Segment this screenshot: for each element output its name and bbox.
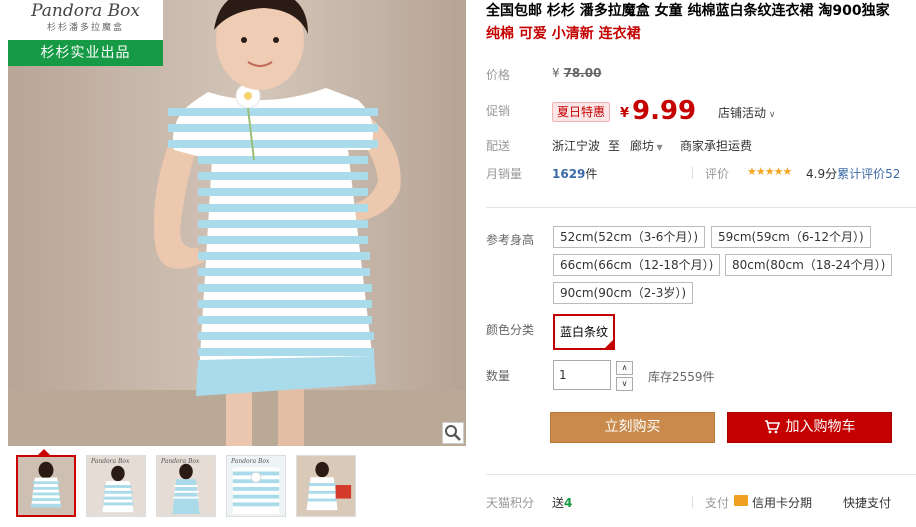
thumbnail-brand: Pandora Box — [91, 458, 130, 465]
points-number: 4 — [564, 496, 573, 510]
size-option[interactable]: 66cm(66cm（12-18个月）) — [553, 254, 721, 276]
shipping-from: 浙江宁波 — [552, 139, 601, 153]
divider — [692, 167, 693, 179]
chevron-up-icon: ∧ — [621, 363, 628, 372]
thumbnail-strip: Pandora Box Pandora Box Pandora Box — [8, 455, 368, 519]
quantity-decrease-button[interactable]: ∨ — [616, 377, 633, 391]
rating-stars: ★★★★★ — [747, 165, 792, 178]
promo-tag: 夏日特惠 — [552, 102, 611, 122]
size-option[interactable]: 59cm(59cm（6-12个月）) — [711, 226, 871, 248]
shipping-label: 配送 — [486, 139, 511, 153]
thumbnail-image — [297, 456, 355, 516]
add-to-cart-button[interactable]: 加入购物车 — [727, 412, 892, 443]
promo-currency: ¥ — [620, 106, 630, 121]
quantity-increase-button[interactable]: ∧ — [616, 361, 633, 375]
thumbnail-image — [227, 456, 285, 516]
add-to-cart-label: 加入购物车 — [785, 419, 856, 435]
chevron-down-icon: ∨ — [621, 379, 628, 388]
divider — [486, 207, 916, 208]
price-label: 价格 — [486, 68, 511, 82]
rating-score: 4.9分 — [806, 167, 838, 181]
promo-price: 9.99 — [632, 96, 697, 126]
thumbnail-5[interactable] — [296, 455, 356, 517]
points-value: 送4 — [552, 494, 572, 511]
size-option[interactable]: 52cm(52cm（3-6个月）) — [553, 226, 706, 248]
color-label: 颜色分类 — [486, 323, 535, 337]
thumbnail-1[interactable] — [16, 455, 76, 517]
cart-icon — [764, 420, 780, 434]
magnifier-icon — [445, 425, 461, 441]
original-currency: ¥ — [552, 66, 560, 80]
divider — [486, 474, 916, 475]
brand-cn: 杉杉潘多拉魔盒 — [46, 23, 124, 33]
brand-name: Pandora Box — [31, 1, 140, 21]
thumbnail-4[interactable]: Pandora Box — [226, 455, 286, 517]
thumbnail-image — [87, 456, 145, 516]
selected-check-icon — [604, 339, 614, 349]
review-text: 累计评价 — [837, 167, 886, 181]
shop-activity-dropdown[interactable]: 店铺活动 ∨ — [718, 104, 775, 121]
divider — [692, 496, 693, 508]
stock-count: 库存2559件 — [648, 370, 715, 384]
shipping-note: 商家承担运费 — [680, 139, 753, 153]
shipping-destination: 廊坊 — [630, 139, 655, 153]
caret-down-icon: ▼ — [654, 143, 663, 152]
original-price-value: 78.00 — [563, 66, 602, 80]
review-link[interactable]: 4.9分累计评价52 — [806, 165, 900, 182]
product-info: 全国包邮 杉杉 潘多拉魔盒 女童 纯棉蓝白条纹连衣裙 淘900独家 纯棉 可爱 … — [486, 0, 916, 510]
thumbnail-brand: Pandora Box — [161, 458, 200, 465]
quantity-label: 数量 — [486, 369, 511, 383]
product-subtitle: 纯棉 可爱 小清新 连衣裙 — [486, 26, 641, 42]
sales-number: 1629 — [552, 167, 586, 181]
brand-logo: Pandora Box 杉杉潘多拉魔盒 杉杉实业出品 — [8, 0, 163, 66]
color-option-selected[interactable]: 蓝白条纹 — [553, 314, 615, 350]
zoom-button[interactable] — [442, 422, 464, 444]
sales-unit: 件 — [585, 167, 598, 181]
points-prefix: 送 — [552, 496, 565, 510]
price-panel: 价格 ¥ 78.00 促销 夏日特惠 ¥ 9.99 店铺活动 ∨ 配送 浙江宁波… — [486, 52, 916, 197]
payment-label: 支付 — [705, 496, 730, 510]
product-title: 全国包邮 杉杉 潘多拉魔盒 女童 纯棉蓝白条纹连衣裙 淘900独家 — [486, 3, 890, 19]
brand-bar: 杉杉实业出品 — [8, 40, 163, 66]
shop-activity-label: 店铺活动 — [718, 106, 767, 120]
shipping-to-word: 至 — [608, 139, 621, 153]
original-price: ¥ 78.00 — [552, 66, 601, 80]
size-option[interactable]: 90cm(90cm（2-3岁）) — [553, 282, 694, 304]
sales-count: 1629件 — [552, 165, 597, 182]
thumbnail-2[interactable]: Pandora Box — [86, 455, 146, 517]
main-product-image[interactable]: Pandora Box 杉杉潘多拉魔盒 杉杉实业出品 — [8, 0, 466, 446]
thumbnail-image — [157, 456, 215, 516]
product-gallery: Pandora Box 杉杉潘多拉魔盒 杉杉实业出品 — [8, 0, 466, 446]
credit-card-icon — [734, 495, 748, 506]
buy-now-button[interactable]: 立刻购买 — [550, 412, 715, 443]
thumbnail-image — [18, 457, 74, 515]
quick-pay-link[interactable]: 快捷支付 — [843, 494, 891, 511]
promo-label: 促销 — [486, 104, 511, 118]
color-option-label: 蓝白条纹 — [559, 325, 608, 339]
thumbnail-brand: Pandora Box — [231, 458, 270, 465]
review-count: 52 — [885, 167, 901, 181]
thumbnail-3[interactable]: Pandora Box — [156, 455, 216, 517]
chevron-down-icon: ∨ — [766, 110, 776, 120]
shipping-destination-dropdown[interactable]: 廊坊 ▼ — [630, 137, 663, 154]
review-label: 评价 — [705, 167, 730, 181]
credit-installment-link[interactable]: 信用卡分期 — [752, 494, 812, 511]
size-label: 参考身高 — [486, 233, 535, 247]
points-label: 天猫积分 — [486, 496, 535, 510]
sales-label: 月销量 — [486, 167, 523, 181]
size-option[interactable]: 80cm(80cm（18-24个月）) — [725, 254, 893, 276]
quantity-input[interactable] — [553, 360, 611, 390]
model-photo — [8, 0, 466, 446]
